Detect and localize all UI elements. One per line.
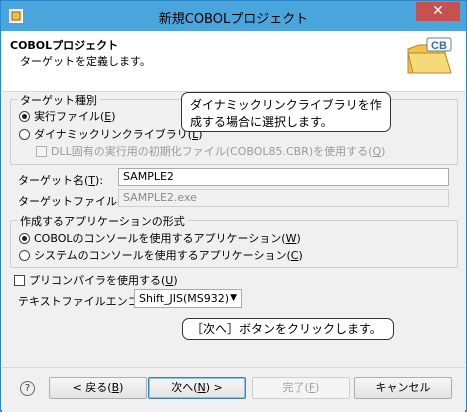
encoding-selected-value: Shift_JIS(MS932) — [139, 292, 230, 305]
precompiler-checkbox-label: プリコンパイラを使用する(U) — [29, 274, 178, 287]
back-button[interactable]: < 戻る(B) — [49, 377, 147, 399]
wizard-window: 新規COBOLプロジェクト ✕ COBOLプロジェクト ターゲットを定義します。… — [0, 0, 467, 412]
chevron-down-icon: ▼ — [230, 293, 237, 303]
radio-cobol-console[interactable]: COBOLのコンソールを使用するアプリケーション(W) — [19, 230, 301, 246]
radio-exe-label: 実行ファイル(E) — [34, 110, 116, 123]
close-button[interactable]: ✕ — [416, 2, 460, 21]
radio-dll[interactable]: ダイナミックリンクライブラリ(L) — [19, 126, 203, 142]
target-kind-legend: ターゲット種別 — [17, 92, 100, 108]
dll-init-checkbox[interactable]: DLL固有の実行用の初期化ファイル(COBOL85.CBR)を使用する(Q) — [36, 143, 385, 159]
radio-exe-indicator[interactable] — [19, 110, 30, 122]
target-name-label: ターゲット名(T): — [18, 174, 104, 187]
next-button[interactable]: 次へ(N) > — [148, 377, 246, 399]
radio-dll-indicator[interactable] — [19, 128, 30, 140]
button-bar: ? < 戻る(B) 次へ(N) > 完了(F) キャンセル — [2, 367, 465, 412]
callout-next: ［次へ］ボタンをクリックします。 — [182, 318, 394, 340]
app-format-legend: 作成するアプリケーションの形式 — [17, 213, 188, 229]
cancel-button[interactable]: キャンセル — [354, 377, 452, 399]
precompiler-checkbox-box[interactable] — [14, 274, 25, 286]
dll-init-checkbox-label: DLL固有の実行用の初期化ファイル(COBOL85.CBR)を使用する(Q) — [51, 145, 386, 158]
callout-dll: ダイナミックリンクライブラリを作 成する場合に選択します。 — [181, 92, 391, 132]
wizard-content: ターゲット種別 実行ファイル(E) ダイナミックリンクライブラリ(L) DLL固… — [2, 92, 465, 366]
cobol-project-icon: CB — [407, 37, 452, 74]
radio-cobol-console-indicator[interactable] — [19, 232, 30, 244]
encoding-select[interactable]: Shift_JIS(MS932) ▼ — [134, 289, 242, 308]
finish-button[interactable]: 完了(F) — [252, 377, 350, 399]
radio-exe[interactable]: 実行ファイル(E) — [19, 108, 116, 124]
target-name-input[interactable]: SAMPLE2 — [118, 168, 449, 186]
dll-init-checkbox-box[interactable] — [36, 145, 47, 157]
callout-dll-line2: 成する場合に選択します。 — [190, 115, 333, 129]
precompiler-checkbox[interactable]: プリコンパイラを使用する(U) — [14, 272, 178, 288]
window-title: 新規COBOLプロジェクト — [158, 12, 309, 27]
target-file-input[interactable]: SAMPLE2.exe — [118, 189, 449, 207]
page-description: ターゲットを定義します。 — [20, 55, 151, 68]
radio-system-console-label: システムのコンソールを使用するアプリケーション(C) — [34, 249, 303, 262]
help-icon[interactable]: ? — [20, 381, 35, 396]
callout-dll-line1: ダイナミックリンクライブラリを作 — [190, 98, 382, 112]
title-bar: 新規COBOLプロジェクト ✕ — [1, 1, 466, 31]
radio-system-console[interactable]: システムのコンソールを使用するアプリケーション(C) — [19, 247, 303, 263]
radio-dll-label: ダイナミックリンクライブラリ(L) — [34, 128, 203, 141]
page-title: COBOLプロジェクト — [10, 39, 119, 52]
radio-system-console-indicator[interactable] — [19, 249, 30, 261]
close-icon: ✕ — [432, 3, 444, 19]
radio-cobol-console-label: COBOLのコンソールを使用するアプリケーション(W) — [34, 232, 301, 245]
svg-text:CB: CB — [431, 40, 447, 52]
wizard-header: COBOLプロジェクト ターゲットを定義します。 CB — [2, 31, 465, 92]
app-format-group: 作成するアプリケーションの形式 COBOLのコンソールを使用するアプリケーション… — [10, 213, 458, 268]
